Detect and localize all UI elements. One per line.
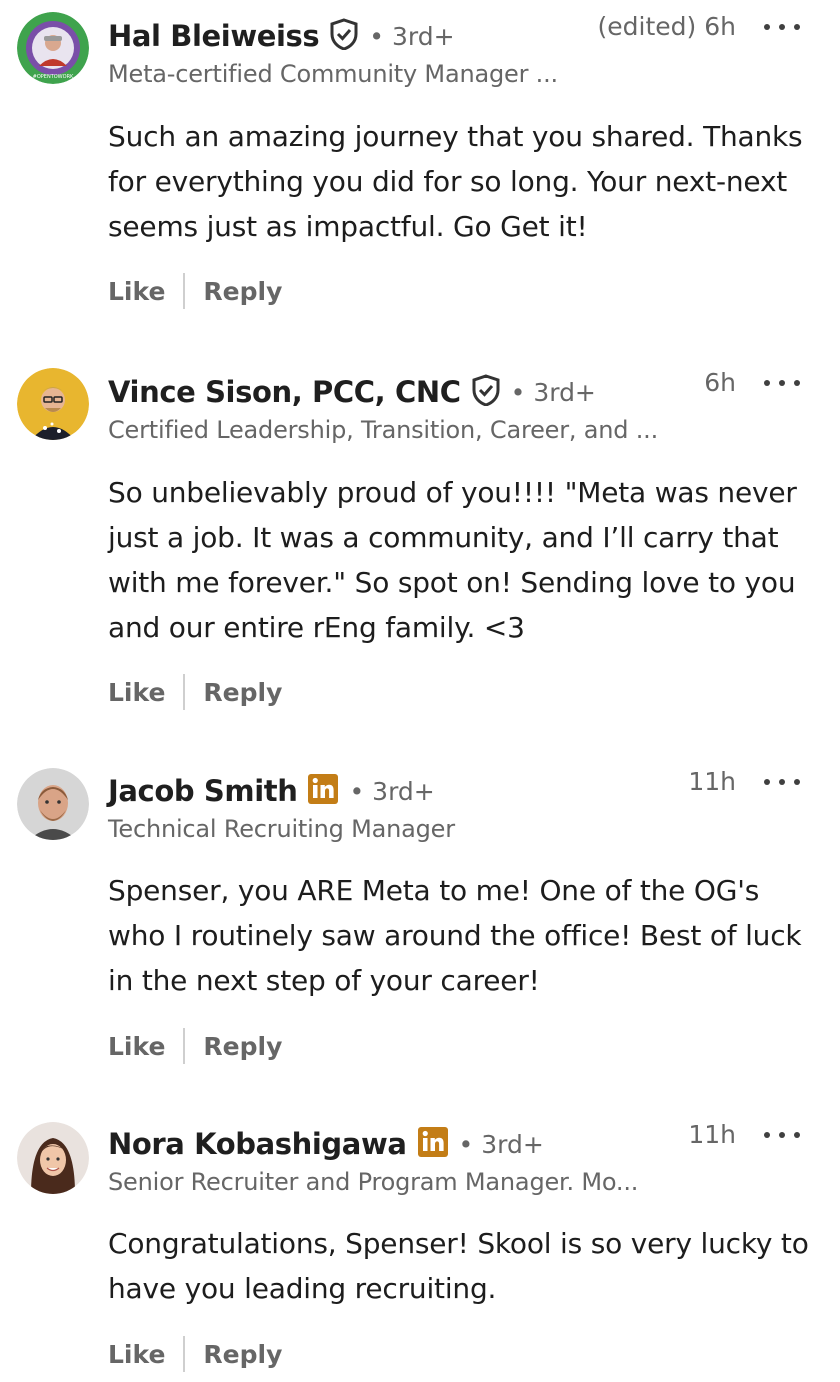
comment-text: So unbelievably proud of you!!!! "Meta w… <box>108 476 797 644</box>
author-headline: Senior Recruiter and Program Manager. Mo… <box>108 1168 639 1196</box>
timestamp: (edited) 6h <box>597 12 736 41</box>
linkedin-premium-icon <box>417 1126 449 1162</box>
author-name[interactable]: Jacob Smith <box>108 774 298 808</box>
author-headline: Meta-certified Community Manager ... <box>108 60 558 88</box>
timestamp: 11h <box>688 767 736 796</box>
action-divider <box>183 674 186 710</box>
like-button[interactable]: Like <box>108 1340 165 1369</box>
comment-text: Such an amazing journey that you shared.… <box>108 120 803 243</box>
author-headline: Technical Recruiting Manager <box>108 815 455 843</box>
verified-shield-icon <box>471 374 501 410</box>
more-options-icon[interactable] <box>764 1120 800 1150</box>
reply-button[interactable]: Reply <box>203 678 282 707</box>
comment-text: Congratulations, Spenser! Skool is so ve… <box>108 1227 809 1305</box>
more-options-icon[interactable] <box>764 12 800 42</box>
reply-button[interactable]: Reply <box>203 1032 282 1061</box>
author-name[interactable]: Hal Bleiweiss <box>108 19 320 53</box>
action-divider <box>183 1028 186 1064</box>
comment-actions: Like Reply <box>108 273 282 309</box>
author-headline: Certified Leadership, Transition, Career… <box>108 416 659 444</box>
author-name[interactable]: Nora Kobashigawa <box>108 1127 407 1161</box>
reply-button[interactable]: Reply <box>203 1340 282 1369</box>
author-line: Hal Bleiweiss • 3rd+ <box>108 14 455 58</box>
author-line: Nora Kobashigawa • 3rd+ <box>108 1122 544 1166</box>
avatar[interactable] <box>17 1122 89 1194</box>
linkedin-premium-icon <box>307 773 339 809</box>
comment-item: Jacob Smith • 3rd+ Technical Recruiting … <box>0 755 840 1085</box>
comment-item: #OPENTOWORK Hal Bleiweiss • 3rd+ Meta-ce… <box>0 0 840 330</box>
verified-shield-icon <box>329 18 359 54</box>
comment-text: Spenser, you ARE Meta to me! One of the … <box>108 874 802 997</box>
comment-actions: Like Reply <box>108 1028 282 1064</box>
author-line: Vince Sison, PCC, CNC • 3rd+ <box>108 370 596 414</box>
svg-text:#OPENTOWORK: #OPENTOWORK <box>33 74 74 80</box>
comment-item: Nora Kobashigawa • 3rd+ Senior Recruiter… <box>0 1108 840 1382</box>
timestamp: 6h <box>704 368 736 397</box>
timestamp: 11h <box>688 1120 736 1149</box>
comment-actions: Like Reply <box>108 1336 282 1372</box>
connection-degree: • 3rd+ <box>369 21 455 51</box>
avatar[interactable] <box>17 768 89 840</box>
like-button[interactable]: Like <box>108 277 165 306</box>
connection-degree: • 3rd+ <box>510 377 596 407</box>
action-divider <box>183 273 186 309</box>
author-line: Jacob Smith • 3rd+ <box>108 769 435 813</box>
comment-actions: Like Reply <box>108 674 282 710</box>
more-options-icon[interactable] <box>764 368 800 398</box>
connection-degree: • 3rd+ <box>458 1129 544 1159</box>
reply-button[interactable]: Reply <box>203 277 282 306</box>
connection-degree: • 3rd+ <box>349 776 435 806</box>
like-button[interactable]: Like <box>108 678 165 707</box>
avatar[interactable]: #OPENTOWORK <box>17 12 89 84</box>
like-button[interactable]: Like <box>108 1032 165 1061</box>
comment-item: Vince Sison, PCC, CNC • 3rd+ Certified L… <box>0 356 840 726</box>
author-name[interactable]: Vince Sison, PCC, CNC <box>108 375 461 409</box>
more-options-icon[interactable] <box>764 767 800 797</box>
avatar[interactable] <box>17 368 89 440</box>
action-divider <box>183 1336 186 1372</box>
